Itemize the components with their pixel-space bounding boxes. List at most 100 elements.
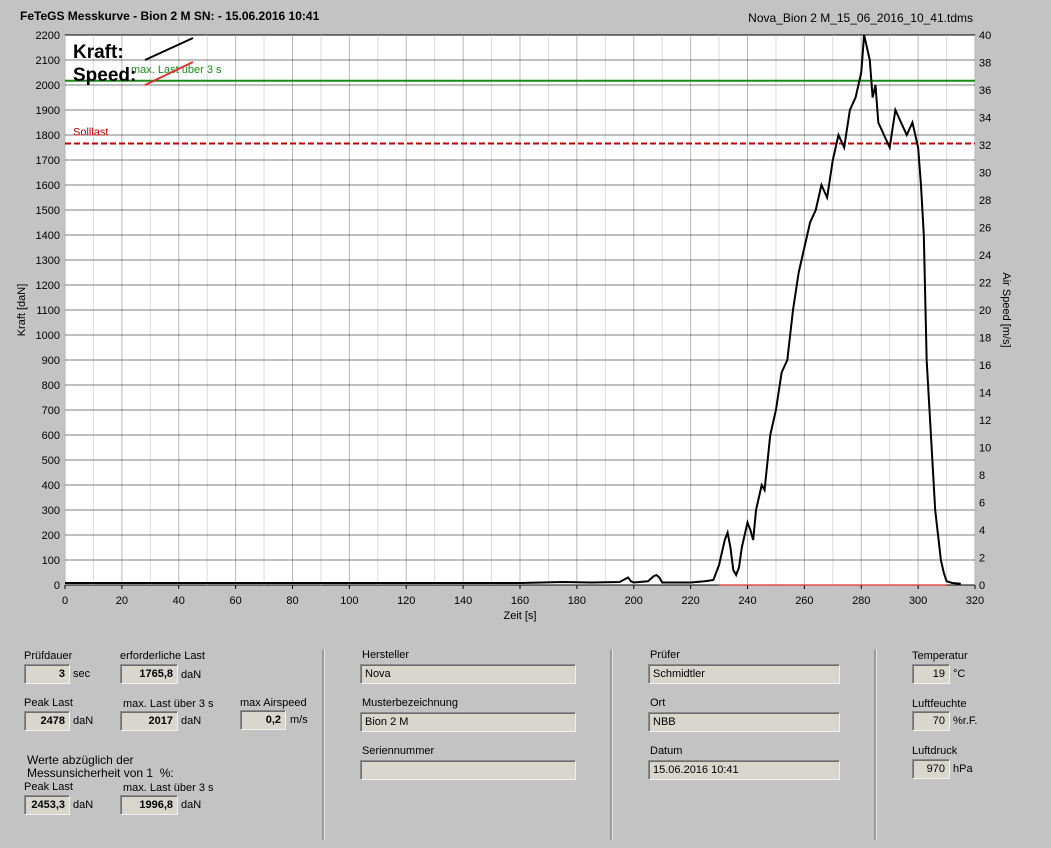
seriennummer-field[interactable]: [360, 760, 576, 780]
force-chart: 0 20 40 60 80 100 120 140 160 180 200 220 240 260 280 3…: [16, 30, 1012, 622]
x-axis-label: Zeit [s]: [503, 610, 536, 622]
x-tick-label: 40: [173, 595, 185, 607]
y2-tick-label: 10: [979, 443, 991, 455]
y2-tick-label: 8: [979, 470, 985, 482]
x-tick-label: 80: [286, 595, 298, 607]
luftfeuchte-label: Luftfeuchte: [912, 698, 967, 710]
x-tick-label: 260: [795, 595, 813, 607]
datum-field[interactable]: 15.06.2016 10:41: [648, 760, 840, 780]
x-tick-label: 300: [909, 595, 927, 607]
temperatur-label: Temperatur: [912, 650, 968, 662]
x-tick-label: 220: [681, 595, 699, 607]
pruefer-label: Prüfer: [650, 649, 680, 661]
y-tick-label: 1300: [36, 255, 60, 267]
y2-tick-label: 12: [979, 415, 991, 427]
peak-last-corr-field: 2453,3: [24, 795, 70, 815]
y-tick-label: 700: [42, 405, 60, 417]
pruefdauer-unit: sec: [73, 668, 91, 680]
hersteller-field[interactable]: Nova: [360, 664, 576, 684]
temperatur-unit: °C: [953, 668, 966, 680]
x-tick-label: 0: [62, 595, 68, 607]
max-last-corr-label: max. Last über 3 s: [123, 782, 214, 794]
y-tick-label: 1400: [36, 230, 60, 242]
x-tick-label: 20: [116, 595, 128, 607]
datum-label: Datum: [650, 745, 683, 757]
y-tick-label: 900: [42, 355, 60, 367]
y2-tick-label: 36: [979, 85, 991, 97]
y-tick-label: 1900: [36, 105, 60, 117]
y-tick-label: 1600: [36, 180, 60, 192]
y2-tick-label: 20: [979, 305, 991, 317]
legend-kraft-label: Kraft:: [73, 42, 124, 63]
peak-last-field: 2478: [24, 711, 70, 731]
x-tick-label: 200: [625, 595, 643, 607]
y-tick-label: 300: [42, 505, 60, 517]
seriennummer-label: Seriennummer: [362, 745, 435, 757]
x-tick-label: 280: [852, 595, 870, 607]
pruefdauer-field: 3: [24, 664, 70, 684]
x-tick-label: 160: [511, 595, 529, 607]
x-tick-label: 120: [397, 595, 415, 607]
max-last-corr-field: 1996,8: [120, 795, 178, 815]
pruefer-field[interactable]: Schmidtler: [648, 664, 840, 684]
max-airspeed-unit: m/s: [290, 714, 308, 726]
y-tick-label: 1800: [36, 130, 60, 142]
max-last-field: 2017: [120, 711, 178, 731]
temperatur-field: 19: [912, 664, 950, 684]
y-axis-label: Kraft [daN]: [16, 284, 28, 337]
y2-tick-label: 28: [979, 195, 991, 207]
y2-tick-label: 24: [979, 250, 991, 262]
y2-tick-label: 32: [979, 140, 991, 152]
ort-field[interactable]: NBB: [648, 712, 840, 732]
panel-separator: [610, 650, 613, 840]
y2-tick-label: 2: [979, 553, 985, 565]
x-tick-label: 140: [454, 595, 472, 607]
y2-tick-label: 4: [979, 525, 985, 537]
y-tick-label: 1500: [36, 205, 60, 217]
panel-separator: [322, 650, 325, 840]
hersteller-label: Hersteller: [362, 649, 410, 661]
peak-last-unit: daN: [73, 715, 94, 727]
erforderliche-last-field: 1765,8: [120, 664, 178, 684]
luftdruck-unit: hPa: [953, 763, 973, 775]
x-tick-label: 240: [738, 595, 756, 607]
y2-tick-label: 0: [979, 580, 985, 592]
pruefdauer-label: Prüfdauer: [24, 650, 73, 662]
x-tick-label: 180: [568, 595, 586, 607]
luftdruck-field: 970: [912, 759, 950, 779]
y-tick-label: 1100: [36, 305, 60, 317]
x-tick-label: 100: [340, 595, 358, 607]
solllast-line-label: Solllast: [73, 127, 108, 139]
y2-tick-label: 18: [979, 333, 991, 345]
peak-last-corr-unit: daN: [73, 799, 94, 811]
uncertainty-note: Werte abzüglich der Messunsicherheit von…: [27, 753, 174, 780]
panel-separator: [874, 650, 877, 840]
y2-tick-label: 16: [979, 360, 991, 372]
y-tick-label: 400: [42, 480, 60, 492]
y2-tick-label: 26: [979, 223, 991, 235]
musterbezeichnung-field[interactable]: Bion 2 M: [360, 712, 576, 732]
peak-last-label: Peak Last: [24, 697, 73, 709]
y2-axis-label: Air Speed [m/s]: [1000, 272, 1012, 347]
y-tick-label: 1700: [36, 155, 60, 167]
y-tick-label: 100: [42, 555, 60, 567]
y-tick-label: 2000: [36, 80, 60, 92]
max-airspeed-field: 0,2: [240, 710, 286, 730]
y-tick-label: 600: [42, 430, 60, 442]
max-last-corr-unit: daN: [181, 799, 202, 811]
y2-tick-label: 6: [979, 498, 985, 510]
y-tick-label: 2100: [36, 55, 60, 67]
ort-label: Ort: [650, 697, 666, 709]
y-tick-label: 1000: [36, 330, 60, 342]
y-tick-label: 500: [42, 455, 60, 467]
musterbezeichnung-label: Musterbezeichnung: [362, 697, 459, 709]
max-airspeed-label: max Airspeed: [240, 697, 307, 709]
legend-speed-label: Speed:: [73, 65, 136, 86]
max-last-label: max. Last über 3 s: [123, 698, 214, 710]
luftfeuchte-unit: %r.F.: [953, 715, 978, 727]
y2-tick-label: 38: [979, 58, 991, 70]
luftfeuchte-field: 70: [912, 711, 950, 731]
y-tick-label: 1200: [36, 280, 60, 292]
y2-tick-label: 40: [979, 30, 991, 42]
y-tick-label: 0: [54, 580, 60, 592]
